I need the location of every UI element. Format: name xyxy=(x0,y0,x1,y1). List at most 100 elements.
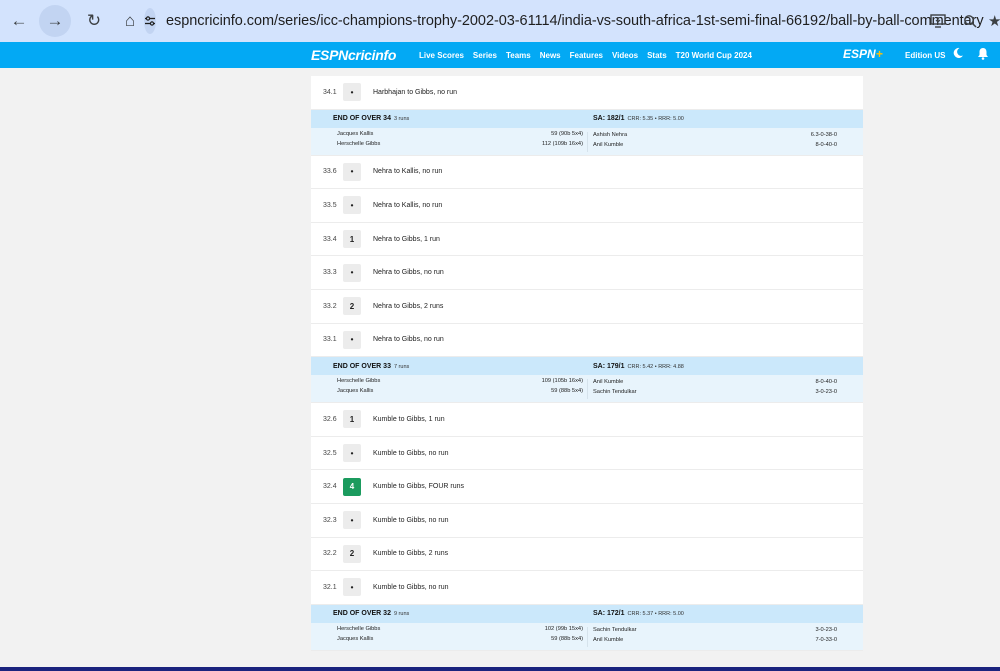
forward-arrow-icon[interactable]: → xyxy=(39,5,71,37)
bowler-stat: 8-0-40-0 xyxy=(815,141,838,148)
ball-commentary-text: Kumble to Gibbs, 2 runs xyxy=(373,550,449,558)
url-text[interactable]: espncricinfo.com/series/icc-champions-tr… xyxy=(166,13,984,29)
commentary-ball-row: 32.3 • Kumble to Gibbs, no run xyxy=(311,504,863,538)
nav-link[interactable]: Series xyxy=(473,51,497,60)
end-of-over-header: END OF OVER 34 3 runs SA: 182/1 CRR: 5.35 •… xyxy=(311,109,863,128)
commentary-feed: 34.1 • Harbhajan to Gibbs, no run END OF OV… xyxy=(311,76,863,651)
end-of-over-players: Jacques Kallis 59 (90b 5x4) Herschelle Gib… xyxy=(311,128,863,156)
ball-over-number: 33.1 xyxy=(323,336,337,344)
nav-link[interactable]: Features xyxy=(570,51,603,60)
ball-result-badge: 1 xyxy=(343,410,361,429)
end-of-over-label: END OF OVER 33 7 runs xyxy=(333,362,410,370)
batter-stat: 109 (105b 16x4) xyxy=(541,378,583,385)
nav-link[interactable]: Live Scores xyxy=(419,51,464,60)
commentary-ball-row: 33.5 • Nehra to Kallis, no run xyxy=(311,189,863,223)
bowler-name: Anil Kumble xyxy=(593,636,624,643)
espn-plus-logo[interactable]: ESPN+ xyxy=(843,47,883,61)
ball-result-badge: • xyxy=(343,578,361,597)
ball-over-number: 32.3 xyxy=(323,516,337,524)
ball-result-badge: • xyxy=(343,511,361,530)
ball-commentary-text: Harbhajan to Gibbs, no run xyxy=(373,88,458,96)
ball-result-badge: • xyxy=(343,444,361,463)
nav-link[interactable]: Stats xyxy=(647,51,667,60)
batter-stat: 59 (90b 5x4) xyxy=(551,130,583,137)
commentary-ball-row: 32.6 1 Kumble to Gibbs, 1 run xyxy=(311,403,863,437)
ball-over-number: 32.6 xyxy=(323,415,337,423)
run-rates: CRR: 5.42 • RRR: 4.88 xyxy=(627,363,684,370)
ball-commentary-text: Kumble to Gibbs, no run xyxy=(373,449,449,457)
ball-result-badge: 2 xyxy=(343,544,361,563)
dark-mode-icon[interactable] xyxy=(952,47,964,62)
notification-bell-icon[interactable] xyxy=(977,47,989,63)
commentary-ball-row: 34.1 • Harbhajan to Gibbs, no run xyxy=(311,76,863,110)
commentary-ball-row: 33.3 • Nehra to Gibbs, no run xyxy=(311,256,863,290)
address-bar[interactable]: espncricinfo.com/series/icc-champions-tr… xyxy=(138,5,984,37)
ball-over-number: 32.1 xyxy=(323,583,337,591)
nav-link[interactable]: Videos xyxy=(612,51,638,60)
ball-over-number: 32.2 xyxy=(323,550,337,558)
ball-commentary-text: Nehra to Gibbs, no run xyxy=(373,269,444,277)
over-runs: 7 runs xyxy=(393,363,410,370)
ball-over-number: 34.1 xyxy=(323,88,337,96)
bowler-name: Sachin Tendulkar xyxy=(593,389,637,396)
site-info-icon[interactable] xyxy=(144,8,156,34)
run-rates: CRR: 5.37 • RRR: 5.00 xyxy=(627,611,684,618)
ball-commentary-text: Nehra to Kallis, no run xyxy=(373,168,443,176)
end-of-over-label: END OF OVER 32 9 runs xyxy=(333,610,410,618)
ball-over-number: 32.5 xyxy=(323,449,337,457)
commentary-ball-row: 32.4 4 Kumble to Gibbs, FOUR runs xyxy=(311,470,863,504)
commentary-ball-row: 33.6 • Nehra to Kallis, no run xyxy=(311,156,863,190)
commentary-ball-row: 32.1 • Kumble to Gibbs, no run xyxy=(311,571,863,605)
bookmark-star-icon[interactable]: ★ xyxy=(988,7,1000,35)
bowler-name: Anil Kumble xyxy=(593,141,624,148)
team-score: SA: 172/1 CRR: 5.37 • RRR: 5.00 xyxy=(593,610,684,618)
nav-link[interactable]: Teams xyxy=(506,51,531,60)
commentary-ball-row: 32.2 2 Kumble to Gibbs, 2 runs xyxy=(311,538,863,572)
ball-commentary-text: Kumble to Gibbs, FOUR runs xyxy=(373,483,465,491)
ball-over-number: 33.5 xyxy=(323,201,337,209)
batter-name: Jacques Kallis xyxy=(337,130,374,137)
ball-result-badge: • xyxy=(343,162,361,181)
ball-over-number: 33.3 xyxy=(323,269,337,277)
nav-link[interactable]: News xyxy=(540,51,561,60)
end-of-over-summary: END OF OVER 34 3 runs SA: 182/1 CRR: 5.35 •… xyxy=(311,109,863,156)
bowler-stat: 3-0-23-0 xyxy=(815,389,838,396)
bowler-name: Anil Kumble xyxy=(593,379,624,386)
ball-over-number: 33.4 xyxy=(323,235,337,243)
ball-result-badge: • xyxy=(343,83,361,102)
ball-commentary-text: Kumble to Gibbs, no run xyxy=(373,516,449,524)
bottom-strip xyxy=(0,667,1000,671)
espncricinfo-logo[interactable]: ESPNcricinfo xyxy=(311,47,396,63)
commentary-ball-row: 33.1 • Nehra to Gibbs, no run xyxy=(311,324,863,358)
batter-name: Herschelle Gibbs xyxy=(337,140,381,147)
over-runs: 9 runs xyxy=(393,611,410,618)
nav-links: Live Scores Series Teams News Features Videos… xyxy=(419,42,761,68)
ball-commentary-text: Kumble to Gibbs, 1 run xyxy=(373,415,445,423)
install-app-icon[interactable] xyxy=(924,7,952,35)
zoom-icon[interactable] xyxy=(956,7,984,35)
ball-result-badge: • xyxy=(343,330,361,349)
ball-commentary-text: Kumble to Gibbs, no run xyxy=(373,583,449,591)
back-arrow-icon[interactable]: ← xyxy=(5,7,33,35)
commentary-ball-row: 33.2 2 Nehra to Gibbs, 2 runs xyxy=(311,290,863,324)
ball-result-badge: • xyxy=(343,196,361,215)
bowler-stat: 3-0-23-0 xyxy=(815,626,838,633)
nav-link[interactable]: T20 World Cup 2024 xyxy=(676,51,752,60)
run-rates: CRR: 5.35 • RRR: 5.00 xyxy=(627,116,684,123)
edition-selector[interactable]: Edition US xyxy=(905,51,945,60)
ball-result-badge: 2 xyxy=(343,297,361,316)
reload-icon[interactable]: ↻ xyxy=(80,7,108,35)
ball-result-badge: 4 xyxy=(343,477,361,496)
batter-name: Jacques Kallis xyxy=(337,388,374,395)
ball-commentary-text: Nehra to Gibbs, 2 runs xyxy=(373,302,444,310)
bowler-stat: 8-0-40-0 xyxy=(815,379,838,386)
end-of-over-summary: END OF OVER 32 9 runs SA: 172/1 CRR: 5.37 •… xyxy=(311,604,863,651)
end-of-over-players: Herschelle Gibbs 109 (105b 16x4) Jacques K… xyxy=(311,375,863,404)
batter-stat: 59 (88b 5x4) xyxy=(551,635,583,642)
ball-commentary-text: Nehra to Gibbs, 1 run xyxy=(373,235,440,243)
ball-over-number: 33.6 xyxy=(323,168,337,176)
commentary-ball-row: 32.5 • Kumble to Gibbs, no run xyxy=(311,437,863,471)
batter-stat: 59 (88b 5x4) xyxy=(551,388,583,395)
ball-commentary-text: Nehra to Kallis, no run xyxy=(373,201,443,209)
team-score: SA: 179/1 CRR: 5.42 • RRR: 4.88 xyxy=(593,362,684,370)
